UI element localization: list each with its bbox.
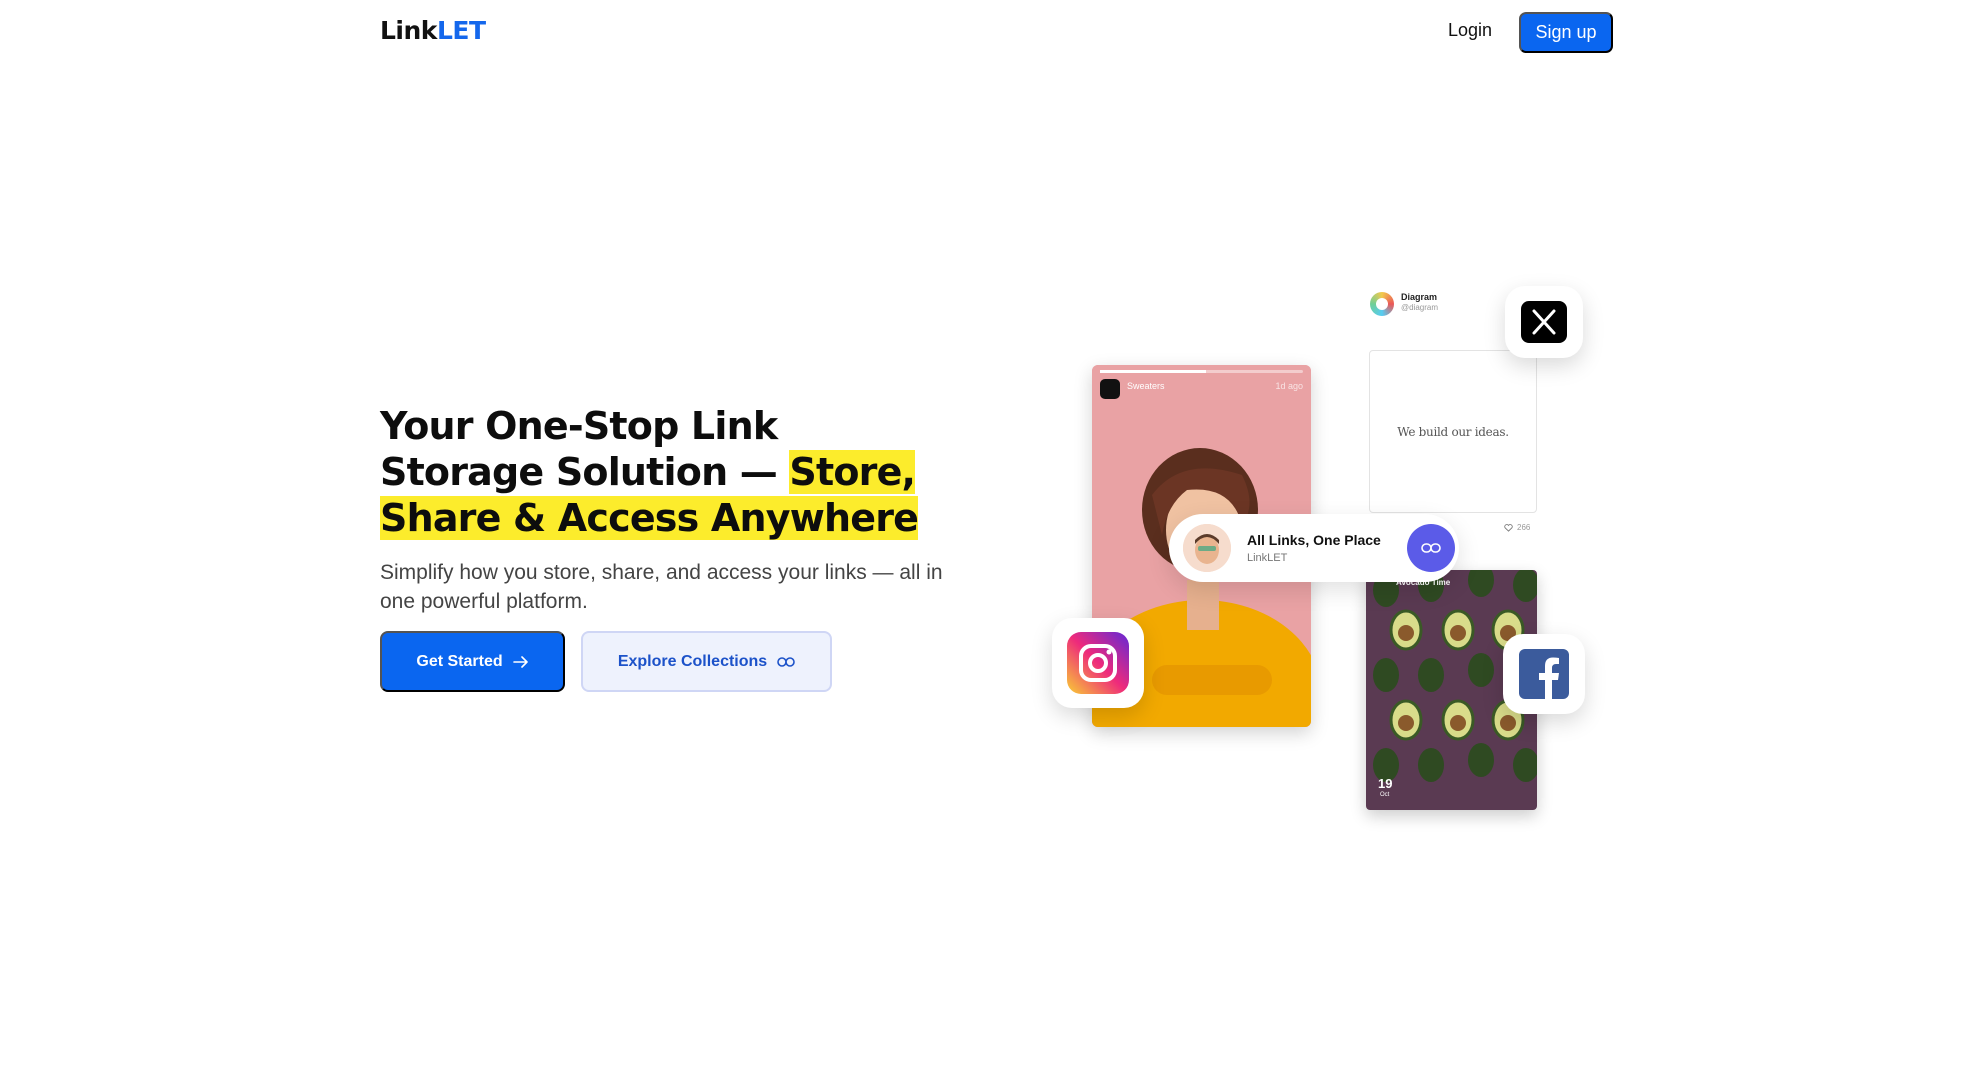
story-avatar <box>1100 379 1120 399</box>
post-card: We build our ideas. <box>1369 350 1537 513</box>
link-icon <box>1421 543 1441 553</box>
story-account-name: Sweaters <box>1127 381 1165 391</box>
likes-count: 266 <box>1517 523 1531 532</box>
logo[interactable]: LinkLET <box>380 16 486 45</box>
arrow-right-icon <box>512 655 528 668</box>
get-started-label: Get Started <box>416 652 503 670</box>
all-links-pill: All Links, One Place LinkLET <box>1169 514 1459 582</box>
pill-subtitle: LinkLET <box>1247 552 1288 564</box>
get-started-button[interactable]: Get Started <box>380 631 565 692</box>
avocado-half <box>1389 609 1423 651</box>
logo-text-link: Link <box>380 16 437 45</box>
pill-title: All Links, One Place <box>1247 532 1381 548</box>
signup-button[interactable]: Sign up <box>1519 12 1613 53</box>
story-timestamp: 1d ago <box>1275 381 1303 391</box>
heart-icon <box>1504 523 1513 532</box>
avocado-half <box>1441 609 1475 651</box>
post-account-name: Diagram <box>1401 292 1438 302</box>
diagram-avatar <box>1370 292 1394 316</box>
pill-link-button[interactable] <box>1407 524 1455 572</box>
avocado-date-day: 19 <box>1378 776 1393 791</box>
login-link[interactable]: Login <box>1448 20 1492 41</box>
story-progress-fill <box>1100 370 1206 373</box>
link-icon <box>777 656 795 667</box>
x-icon <box>1521 301 1567 343</box>
avocado-whole <box>1418 658 1444 692</box>
instagram-tile[interactable] <box>1052 618 1144 708</box>
instagram-icon <box>1067 632 1129 694</box>
avocado-half <box>1441 699 1475 741</box>
facebook-tile[interactable] <box>1503 634 1585 714</box>
facebook-icon <box>1519 649 1569 699</box>
avocado-whole <box>1468 743 1494 777</box>
explore-collections-button[interactable]: Explore Collections <box>581 631 832 692</box>
post-likes: 266 <box>1504 523 1530 532</box>
avocado-whole <box>1468 653 1494 687</box>
avocado-whole <box>1418 748 1444 782</box>
hero-title: Your One-Stop Link Storage Solution — St… <box>380 403 940 541</box>
explore-collections-label: Explore Collections <box>617 652 768 670</box>
post-account-handle: @diagram <box>1401 303 1439 312</box>
post-text: We build our ideas. <box>1397 424 1509 439</box>
x-tile[interactable] <box>1505 286 1583 358</box>
hero-subtitle: Simplify how you store, share, and acces… <box>380 561 943 613</box>
avocado-whole <box>1373 658 1399 692</box>
logo-text-let: LET <box>436 16 486 45</box>
hero-title-plain: Your One-Stop Link Storage Solution — <box>380 404 790 494</box>
man-avatar-image <box>1183 524 1231 572</box>
avocado-half <box>1389 699 1423 741</box>
pill-avatar <box>1183 524 1231 572</box>
avocado-date-month: Oct <box>1380 792 1390 798</box>
story-progress-bar <box>1100 370 1303 373</box>
